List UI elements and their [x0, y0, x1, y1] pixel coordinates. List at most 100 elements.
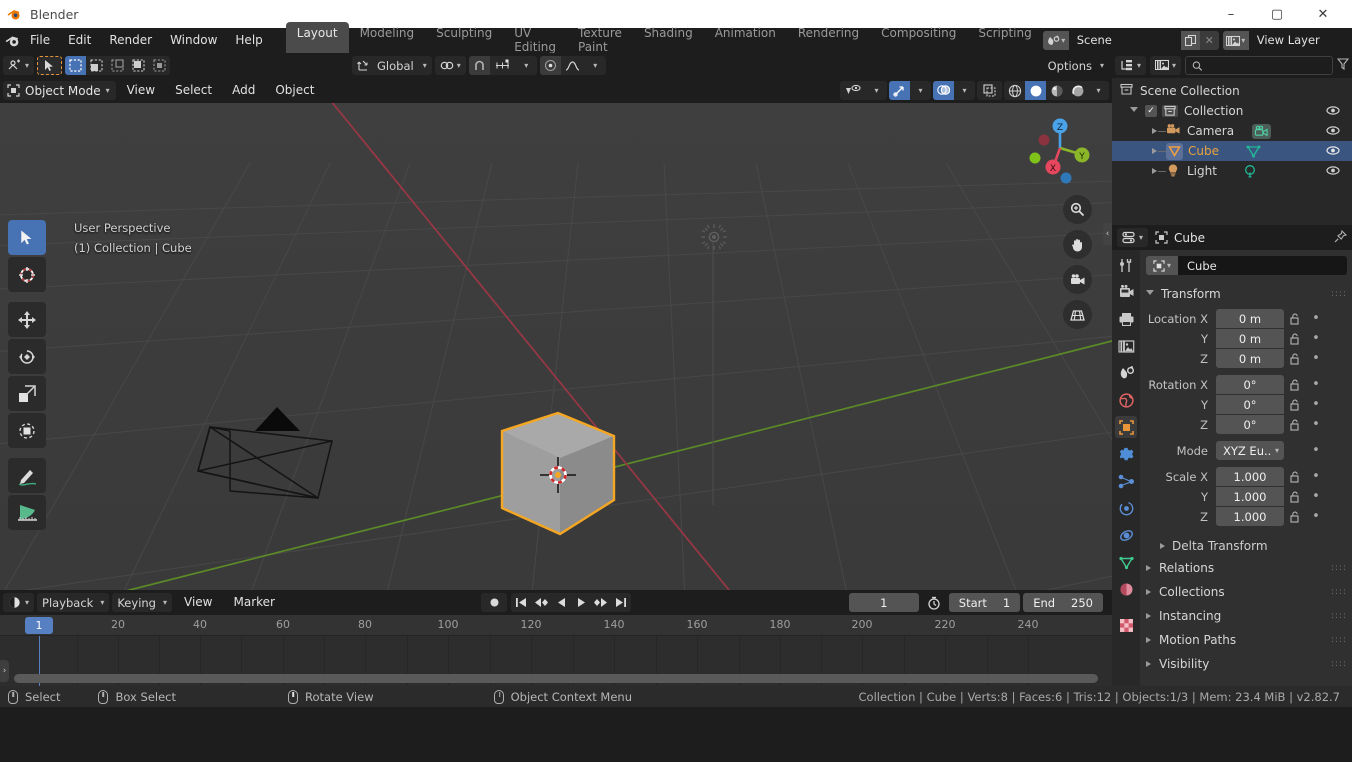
select-subtract-icon[interactable]: [107, 56, 128, 75]
scene-new-button[interactable]: [1180, 31, 1200, 50]
outliner-filter-icon[interactable]: [1336, 58, 1350, 73]
scale-z-field[interactable]: 1.000: [1216, 507, 1284, 526]
camera-object[interactable]: [190, 403, 340, 503]
tool-cursor[interactable]: [8, 257, 46, 292]
active-tool-tweak-icon[interactable]: [37, 56, 63, 75]
animate-property-dot[interactable]: •: [1306, 469, 1326, 484]
transform-panel-header[interactable]: Transform ::::: [1146, 284, 1347, 303]
panel-motion-paths[interactable]: Motion Paths ::::: [1146, 628, 1347, 652]
chevron-right-icon[interactable]: [1146, 661, 1151, 667]
jump-start-button[interactable]: [511, 593, 531, 612]
chevron-right-icon[interactable]: [1152, 148, 1157, 154]
outliner-search-input[interactable]: [1185, 56, 1333, 75]
light-data-icon[interactable]: [1243, 164, 1257, 178]
rotation-z-field[interactable]: 0°: [1216, 415, 1284, 434]
outliner-row-collection[interactable]: ✓ Collection: [1112, 101, 1352, 121]
proportional-editing-group[interactable]: ▾: [539, 56, 606, 75]
blender-menu-icon[interactable]: [4, 30, 21, 52]
play-button[interactable]: [571, 593, 591, 612]
properties-tab-scene[interactable]: [1115, 362, 1137, 384]
scale-x-field[interactable]: 1.000: [1216, 467, 1284, 486]
timeline-editor-type-selector[interactable]: ▾: [3, 593, 35, 612]
chevron-right-icon[interactable]: [1152, 128, 1157, 134]
tool-annotate[interactable]: [8, 458, 46, 493]
object-icon[interactable]: ▾: [1146, 256, 1178, 275]
window-close-button[interactable]: ✕: [1300, 0, 1346, 28]
properties-tab-constraints[interactable]: [1115, 524, 1137, 546]
record-keyframe-button[interactable]: [481, 593, 507, 612]
transport-buttons[interactable]: [511, 593, 631, 612]
select-difference-icon[interactable]: [128, 56, 149, 75]
camera-data-icon[interactable]: [1252, 123, 1272, 139]
camera-icon[interactable]: [1063, 265, 1092, 294]
outliner-row-camera[interactable]: Camera: [1112, 121, 1352, 141]
grid-icon[interactable]: [1063, 300, 1092, 329]
animate-property-dot[interactable]: •: [1306, 443, 1326, 458]
animate-property-dot[interactable]: •: [1306, 351, 1326, 366]
chevron-right-icon[interactable]: [1146, 613, 1151, 619]
panel-instancing[interactable]: Instancing ::::: [1146, 604, 1347, 628]
lock-icon[interactable]: [1284, 511, 1306, 523]
outliner-display-mode-selector[interactable]: ▾: [1115, 56, 1147, 75]
navigation-gizmo[interactable]: Z Y X: [1022, 110, 1098, 186]
outliner-filter-selector[interactable]: ▾: [1150, 56, 1182, 75]
overlays-selector[interactable]: ▾: [933, 81, 975, 100]
overlays-dropdown-icon[interactable]: ▾: [954, 81, 975, 100]
magnet-icon[interactable]: [468, 56, 490, 75]
zoom-icon[interactable]: [1063, 195, 1092, 224]
location-z-field[interactable]: 0 m: [1216, 349, 1284, 368]
menu-help[interactable]: Help: [226, 30, 271, 51]
location-x-field[interactable]: 0 m: [1216, 309, 1284, 328]
shading-solid-icon[interactable]: [1025, 81, 1046, 100]
lock-icon[interactable]: [1284, 491, 1306, 503]
object-name-value[interactable]: Cube: [1178, 256, 1347, 275]
view-layer-datablock[interactable]: ▾ View Layer ✕: [1222, 31, 1352, 50]
outliner[interactable]: Scene Collection ✓ Collection Camera Cub…: [1112, 78, 1352, 225]
chevron-right-icon[interactable]: [1160, 542, 1165, 549]
viewport-sidebar-toggle[interactable]: ‹: [1103, 223, 1112, 245]
transform-orientation-selector[interactable]: Global ▾: [352, 56, 432, 75]
panel-collections[interactable]: Collections ::::: [1146, 580, 1347, 604]
jump-end-button[interactable]: [611, 593, 631, 612]
gizmo-dropdown-icon[interactable]: ▾: [910, 81, 931, 100]
falloff-dropdown-icon[interactable]: ▾: [585, 56, 606, 75]
lock-icon[interactable]: [1284, 379, 1306, 391]
chevron-down-icon[interactable]: [1146, 289, 1154, 298]
properties-tab-physics[interactable]: [1115, 497, 1137, 519]
animate-property-dot[interactable]: •: [1306, 489, 1326, 504]
window-maximize-button[interactable]: ▢: [1254, 0, 1300, 28]
visibility-dropdown-icon[interactable]: ▾: [866, 81, 887, 100]
snap-target-selector[interactable]: ▾: [434, 56, 466, 75]
viewport-menu-object[interactable]: Object: [266, 80, 323, 101]
timeline-horizontal-scrollbar[interactable]: [14, 674, 1098, 683]
snap-increment-icon[interactable]: [490, 56, 516, 75]
menu-window[interactable]: Window: [161, 30, 226, 51]
properties-tab-material[interactable]: [1115, 578, 1137, 600]
hand-icon[interactable]: [1063, 230, 1092, 259]
properties-tab-world[interactable]: [1115, 389, 1137, 411]
eye-icon[interactable]: [1326, 124, 1340, 140]
lock-icon[interactable]: [1284, 313, 1306, 325]
animate-property-dot[interactable]: •: [1306, 397, 1326, 412]
tool-transform[interactable]: [8, 413, 46, 448]
rotation-x-field[interactable]: 0°: [1216, 375, 1284, 394]
properties-tab-view-layer[interactable]: [1115, 335, 1137, 357]
current-frame-field[interactable]: 1: [848, 593, 919, 612]
tool-rotate[interactable]: [8, 339, 46, 374]
properties-tab-texture[interactable]: [1115, 614, 1137, 636]
lock-icon[interactable]: [1284, 471, 1306, 483]
lock-icon[interactable]: [1284, 353, 1306, 365]
chevron-right-icon[interactable]: [1146, 637, 1151, 643]
proportional-editing-icon[interactable]: [539, 56, 561, 75]
tool-move[interactable]: [8, 302, 46, 337]
interaction-mode-selector[interactable]: Object Mode ▾: [3, 81, 116, 100]
shading-material-preview-icon[interactable]: [1046, 81, 1067, 100]
timeline-sidebar-toggle[interactable]: ›: [0, 660, 9, 682]
properties-tab-tool[interactable]: [1115, 254, 1137, 276]
outliner-row-cube[interactable]: Cube: [1112, 141, 1352, 161]
properties-tab-modifiers[interactable]: [1115, 443, 1137, 465]
timeline-menu-keying[interactable]: Keying ▾: [112, 593, 172, 612]
select-extend-icon[interactable]: [86, 56, 107, 75]
lock-icon[interactable]: [1284, 419, 1306, 431]
window-minimize-button[interactable]: –: [1208, 0, 1254, 28]
